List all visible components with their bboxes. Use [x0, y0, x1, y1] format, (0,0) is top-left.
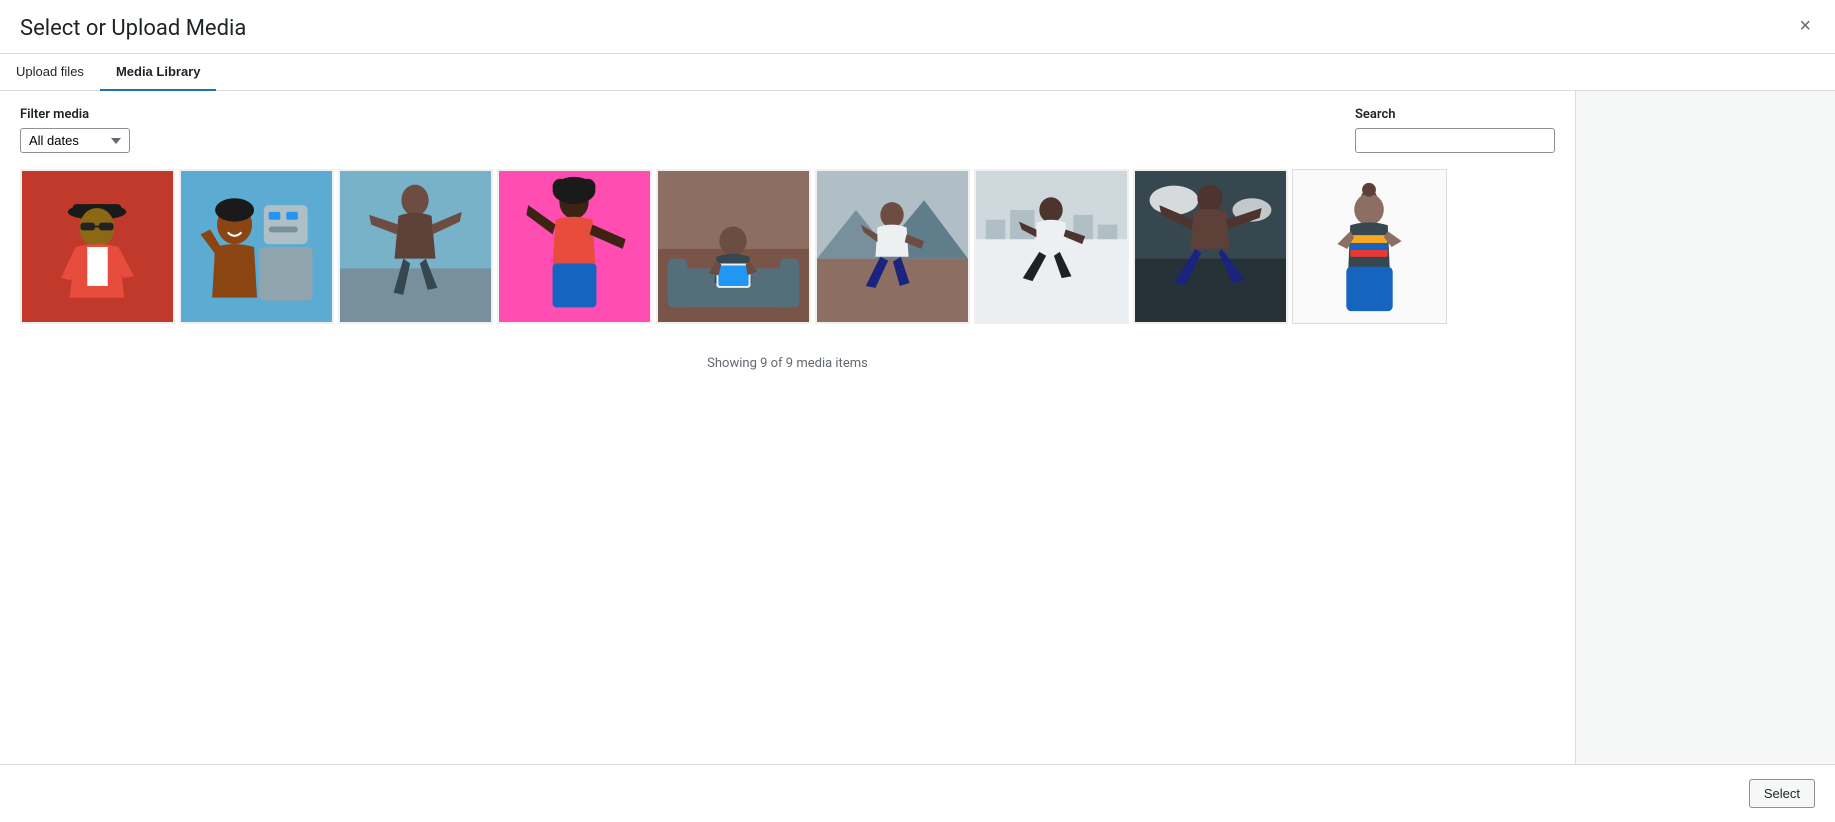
modal-header: Select or Upload Media ×	[0, 0, 1835, 54]
filter-section: Filter media All dates	[20, 107, 130, 153]
search-label: Search	[1355, 107, 1555, 122]
media-item[interactable]	[974, 169, 1129, 324]
media-content-area: Filter media All dates Search	[0, 91, 1575, 764]
media-item[interactable]	[656, 169, 811, 324]
media-item[interactable]	[179, 169, 334, 324]
sidebar-panel	[1575, 91, 1835, 764]
media-item[interactable]	[338, 169, 493, 324]
close-button[interactable]: ×	[1791, 12, 1819, 40]
search-input[interactable]	[1355, 128, 1555, 153]
media-item[interactable]	[1133, 169, 1288, 324]
tab-media-library[interactable]: Media Library	[100, 54, 217, 91]
tab-upload-files[interactable]: Upload files	[0, 54, 100, 91]
media-item[interactable]	[497, 169, 652, 324]
modal-body: Filter media All dates Search	[0, 91, 1835, 764]
tabs-bar: Upload files Media Library	[0, 54, 1835, 91]
modal: Select or Upload Media × Upload files Me…	[0, 0, 1835, 822]
media-item[interactable]	[1292, 169, 1447, 324]
filter-bar: Filter media All dates Search	[20, 107, 1555, 153]
media-grid	[20, 169, 1555, 324]
media-item[interactable]	[20, 169, 175, 324]
filter-label: Filter media	[20, 107, 130, 122]
modal-title: Select or Upload Media	[20, 16, 246, 53]
modal-footer: Select	[0, 764, 1835, 822]
showing-text: Showing 9 of 9 media items	[20, 356, 1555, 371]
filter-dates-select[interactable]: All dates	[20, 128, 130, 153]
media-item[interactable]	[815, 169, 970, 324]
search-section: Search	[1355, 107, 1555, 153]
select-button[interactable]: Select	[1749, 779, 1815, 808]
